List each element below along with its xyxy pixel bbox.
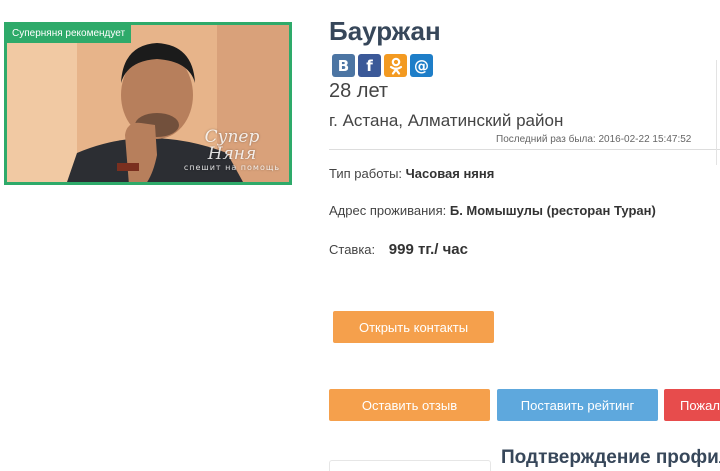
address-value: Б. Момышулы (ресторан Туран): [449, 203, 656, 218]
odnoklassniki-icon[interactable]: [384, 54, 407, 77]
recommended-badge: Суперняня рекомендует: [7, 25, 132, 43]
open-contacts-button[interactable]: Открыть контакты: [333, 311, 494, 343]
facebook-icon[interactable]: f: [358, 54, 381, 77]
last-seen: Последний раз была: 2016-02-22 15:47:52: [496, 134, 691, 145]
rate-label: Ставка:: [329, 242, 376, 257]
rate-value: 999 тг./ час: [388, 241, 468, 258]
complain-button[interactable]: Пожаловаться: [664, 389, 720, 421]
profile-photo[interactable]: Супер Няня спешит на помощь Суперняня ре…: [4, 22, 292, 185]
divider: [329, 149, 720, 150]
address-row: Адрес проживания: Б. Момышулы (ресторан …: [329, 203, 656, 218]
mail-icon[interactable]: @: [410, 54, 433, 77]
last-seen-label: Последний раз была:: [496, 134, 596, 145]
odnoklassniki-glyph: [389, 57, 402, 75]
profile-age: 28 лет: [329, 80, 389, 102]
photo-watermark: Супер Няня спешит на помощь: [182, 129, 282, 173]
leave-review-button[interactable]: Оставить отзыв: [329, 389, 490, 421]
profile-name: Бауржан: [329, 16, 441, 46]
watermark-subtitle: спешит на помощь: [183, 163, 281, 172]
rate-row: Ставка: 999 тг./ час: [329, 241, 468, 258]
vk-icon[interactable]: B: [332, 54, 355, 77]
work-type-label: Тип работы:: [329, 166, 403, 181]
profile-location: г. Астана, Алматинский район: [329, 111, 564, 130]
address-label: Адрес проживания:: [329, 203, 447, 218]
side-panel-edge: [716, 60, 717, 165]
last-seen-value: 2016-02-22 15:47:52: [598, 134, 692, 145]
watermark-title: Супер Няня: [204, 127, 260, 164]
work-type-value: Часовая няня: [405, 166, 495, 181]
rate-button[interactable]: Поставить рейтинг: [497, 389, 658, 421]
work-type-row: Тип работы: Часовая няня: [329, 166, 494, 181]
social-links: B f @: [332, 54, 433, 77]
